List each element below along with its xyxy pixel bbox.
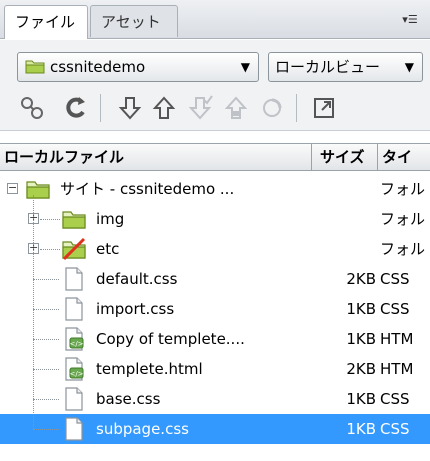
site-select[interactable]: cssnitedemo ▼ bbox=[17, 52, 259, 82]
tree-connector bbox=[40, 249, 60, 250]
collapse-node-icon[interactable]: − bbox=[7, 182, 18, 194]
column-header-size[interactable]: サイズ bbox=[312, 144, 378, 170]
tree-row-size: 2KB bbox=[346, 270, 376, 288]
tree-row-type: CSS bbox=[380, 420, 410, 438]
css-file-icon bbox=[61, 267, 87, 291]
css-file-icon bbox=[61, 417, 87, 441]
tab-files[interactable]: ファイル bbox=[4, 5, 88, 39]
tree-row-label: img bbox=[96, 210, 125, 228]
tree-connector bbox=[33, 399, 59, 400]
panel-tab-bar: ファイル アセット ▾☰ bbox=[0, 0, 430, 39]
site-select-row: cssnitedemo ▼ ローカルビュー ▼ bbox=[0, 40, 430, 86]
tree-row-type: HTM bbox=[380, 360, 414, 378]
svg-text:</>: </> bbox=[69, 370, 83, 378]
tree-row-type: CSS bbox=[380, 270, 410, 288]
tree-row-type: フォル bbox=[380, 210, 426, 228]
chevron-down-icon: ▼ bbox=[404, 60, 414, 74]
tab-assets[interactable]: アセット bbox=[90, 5, 178, 37]
column-header: ローカルファイル サイズ タイ bbox=[0, 143, 430, 171]
tree-row[interactable]: </> templete.html 2KB HTM bbox=[0, 354, 430, 384]
toolbar-separator bbox=[100, 94, 101, 122]
file-tree: − サイト - cssnitedemo ... フォル + img フォル + etc フォル d… bbox=[0, 170, 430, 461]
html-file-icon: </> bbox=[61, 327, 87, 351]
tree-row[interactable]: subpage.css 1KB CSS bbox=[0, 414, 430, 444]
css-file-icon bbox=[61, 297, 87, 321]
tree-row[interactable]: default.css 2KB CSS bbox=[0, 264, 430, 294]
tree-connector bbox=[33, 279, 59, 280]
tree-connector bbox=[33, 195, 34, 429]
svg-text:</>: </> bbox=[69, 340, 83, 348]
html-file-icon: </> bbox=[61, 357, 87, 381]
tree-row-label: base.css bbox=[96, 390, 161, 408]
view-select-value: ローカルビュー bbox=[275, 58, 381, 76]
tree-row-type: フォル bbox=[380, 240, 426, 258]
files-toolbar bbox=[0, 86, 430, 131]
tree-row-size: 1KB bbox=[346, 390, 376, 408]
folder-icon bbox=[25, 60, 45, 74]
tree-row-size: 1KB bbox=[346, 330, 376, 348]
tree-row[interactable]: + img フォル bbox=[0, 204, 430, 234]
tree-row-size: 1KB bbox=[346, 420, 376, 438]
tree-row-type: CSS bbox=[380, 390, 410, 408]
tree-row-label: サイト - cssnitedemo ... bbox=[60, 180, 235, 198]
tree-connector bbox=[33, 309, 59, 310]
get-files-icon[interactable] bbox=[116, 94, 144, 122]
tree-connector bbox=[33, 369, 59, 370]
tree-row-label: Copy of templete.... bbox=[96, 330, 245, 348]
tree-row-label: default.css bbox=[96, 270, 178, 288]
put-files-icon[interactable] bbox=[150, 94, 178, 122]
check-in-icon[interactable] bbox=[222, 94, 250, 122]
tree-connector bbox=[33, 429, 59, 430]
chevron-down-icon: ▼ bbox=[240, 60, 250, 74]
site-select-value: cssnitedemo bbox=[50, 58, 146, 76]
cloaked-folder-icon bbox=[61, 237, 87, 261]
tree-connector bbox=[33, 339, 59, 340]
tree-row-label: subpage.css bbox=[96, 420, 189, 438]
panel-menu-icon[interactable]: ▾☰ bbox=[398, 10, 422, 30]
tree-row-type: CSS bbox=[380, 300, 410, 318]
expand-icon[interactable] bbox=[310, 94, 338, 122]
tree-connector bbox=[40, 219, 60, 220]
tree-row[interactable]: + etc フォル bbox=[0, 234, 430, 264]
tree-row-type: HTM bbox=[380, 330, 414, 348]
tree-row[interactable]: − サイト - cssnitedemo ... フォル bbox=[0, 174, 430, 204]
view-select[interactable]: ローカルビュー ▼ bbox=[268, 52, 423, 82]
tree-row[interactable]: import.css 1KB CSS bbox=[0, 294, 430, 324]
css-file-icon bbox=[61, 387, 87, 411]
tree-row[interactable]: base.css 1KB CSS bbox=[0, 384, 430, 414]
column-header-name[interactable]: ローカルファイル bbox=[0, 144, 312, 170]
tree-row-size: 2KB bbox=[346, 360, 376, 378]
connect-icon[interactable] bbox=[18, 94, 46, 122]
synchronize-icon[interactable] bbox=[258, 94, 286, 122]
tree-row-type: フォル bbox=[380, 180, 426, 198]
tree-row-label: import.css bbox=[96, 300, 175, 318]
tree-row-label: templete.html bbox=[96, 360, 203, 378]
column-header-type[interactable]: タイ bbox=[378, 144, 430, 170]
check-out-icon[interactable] bbox=[186, 94, 214, 122]
site-folder-icon bbox=[25, 177, 51, 201]
tree-row[interactable]: </> Copy of templete.... 1KB HTM bbox=[0, 324, 430, 354]
refresh-icon[interactable] bbox=[62, 94, 90, 122]
tree-row-label: etc bbox=[96, 240, 120, 258]
toolbar-separator bbox=[296, 94, 297, 122]
files-panel: ファイル アセット ▾☰ cssnitedemo ▼ ローカルビュー ▼ ローカ… bbox=[0, 0, 430, 461]
folder-icon bbox=[61, 207, 87, 231]
tree-row-size: 1KB bbox=[346, 300, 376, 318]
